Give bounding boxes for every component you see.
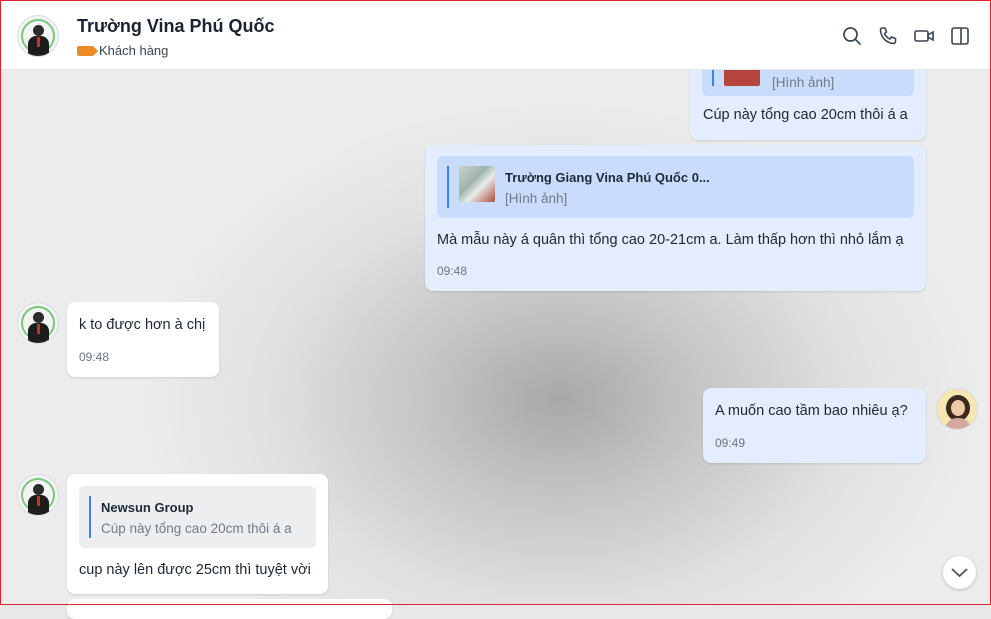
quote-subtitle: Cúp này tổng cao 20cm thôi á a	[101, 521, 292, 536]
scroll-to-bottom-button[interactable]	[943, 556, 976, 589]
contact-avatar[interactable]	[17, 302, 59, 344]
message-time: 09:49	[715, 436, 746, 450]
message-bubble-outgoing[interactable]: A muốn cao tầm bao nhiêu ạ? 09:49	[703, 388, 926, 463]
message-text: Cúp này tổng cao 20cm thôi á a	[703, 107, 908, 123]
my-avatar[interactable]	[936, 388, 978, 430]
quote-subtitle: [Hình ảnh]	[505, 191, 568, 206]
chevron-down-icon	[951, 568, 968, 578]
contact-tag[interactable]: Khách hàng	[77, 43, 168, 58]
message-time: 09:48	[79, 350, 110, 364]
quote-author: Newsun Group	[101, 500, 194, 515]
video-call-icon[interactable]	[913, 25, 935, 47]
quoted-image-thumbnail	[459, 166, 495, 202]
contact-tag-label: Khách hàng	[99, 43, 169, 58]
message-bubble-incoming[interactable]	[67, 599, 392, 619]
quoted-message[interactable]: Trường Giang Vina Phú Quốc 0... [Hình ản…	[437, 156, 914, 218]
message-text: A muốn cao tầm bao nhiêu ạ?	[715, 403, 908, 419]
tag-icon	[77, 45, 98, 56]
message-text: Mà mẫu này á quân thì tổng cao 20-21cm a…	[437, 232, 904, 248]
contact-avatar[interactable]	[17, 474, 59, 516]
message-time: 09:48	[437, 264, 468, 278]
search-icon[interactable]	[841, 25, 863, 47]
contact-avatar[interactable]	[17, 15, 59, 57]
chat-header: Trường Vina Phú Quốc Khách hàng	[0, 0, 991, 70]
phone-icon[interactable]	[877, 25, 899, 47]
message-text: k to được hơn à chị	[79, 317, 206, 333]
quote-subtitle: [Hình ảnh]	[772, 75, 835, 90]
contact-name[interactable]: Trường Vina Phú Quốc	[77, 16, 275, 37]
quoted-message[interactable]: Newsun Group Cúp này tổng cao 20cm thôi …	[79, 486, 316, 548]
message-text: cup này lên được 25cm thì tuyệt vời	[79, 562, 311, 578]
quote-author: Trường Giang Vina Phú Quốc 0...	[505, 170, 710, 185]
message-list[interactable]: [Hình ảnh] Cúp này tổng cao 20cm thôi á …	[0, 40, 991, 619]
sidebar-toggle-icon[interactable]	[949, 25, 971, 47]
message-bubble-incoming[interactable]: k to được hơn à chị 09:48	[67, 302, 219, 377]
message-bubble-outgoing[interactable]: Trường Giang Vina Phú Quốc 0... [Hình ản…	[425, 145, 926, 291]
message-bubble-incoming[interactable]: Newsun Group Cúp này tổng cao 20cm thôi …	[67, 474, 328, 594]
